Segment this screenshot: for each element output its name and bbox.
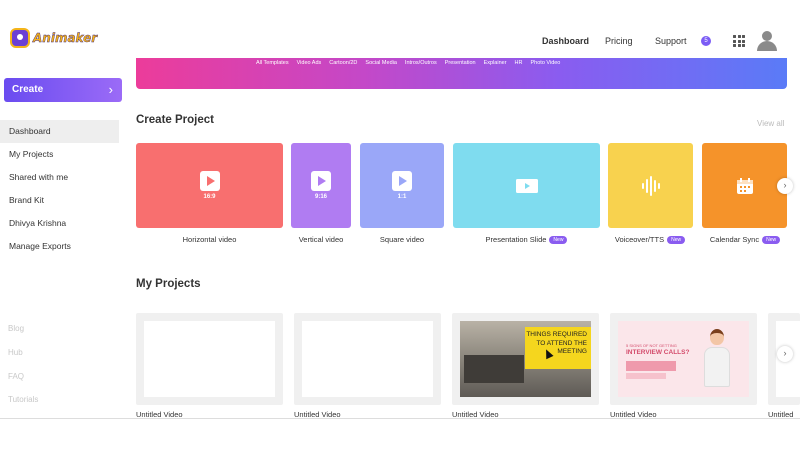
template-card-calendar[interactable] <box>702 143 787 228</box>
thumbnail-text: THINGS REQUIRED TO ATTEND THE MEETING <box>525 327 591 369</box>
divider <box>0 418 800 419</box>
sidebar-item-manage-exports[interactable]: Manage Exports <box>0 235 119 258</box>
user-avatar-icon[interactable] <box>756 30 778 52</box>
view-all-link[interactable]: View all <box>757 119 784 128</box>
footer-link-tutorials[interactable]: Tutorials <box>8 395 38 404</box>
banner-tab-all-templates[interactable]: All Templates <box>254 59 291 67</box>
chevron-right-icon: › <box>108 82 113 97</box>
footer-link-hub[interactable]: Hub <box>8 348 23 357</box>
project-card[interactable]: 5 SIGNS OF NOT GETTING INTERVIEW CALLS? <box>610 313 757 405</box>
sidebar-item-shared-with-me[interactable]: Shared with me <box>0 166 119 189</box>
banner-tab-video-ads[interactable]: Video Ads <box>295 59 324 67</box>
sidebar-item-user[interactable]: Dhivya Krishna <box>0 212 119 235</box>
footer-link-blog[interactable]: Blog <box>8 324 24 333</box>
calendar-icon <box>736 177 753 194</box>
banner-tab-presentation[interactable]: Presentation <box>443 59 478 67</box>
animaker-logo[interactable]: Animaker <box>10 28 97 48</box>
project-card[interactable] <box>136 313 283 405</box>
create-project-title: Create Project <box>136 114 214 126</box>
create-button-label: Create <box>12 84 44 95</box>
logo-mark-icon <box>10 28 30 48</box>
sidebar: Create › Dashboard My Projects Shared wi… <box>0 58 128 450</box>
ratio-label: 9:16 <box>314 194 327 200</box>
nav-dashboard[interactable]: Dashboard <box>542 36 589 46</box>
nav-pricing[interactable]: Pricing <box>605 36 633 46</box>
notification-badge[interactable]: 5 <box>701 36 711 46</box>
template-card-horizontal[interactable]: 16:9 <box>136 143 283 228</box>
project-card[interactable]: THINGS REQUIRED TO ATTEND THE MEETING <box>452 313 599 405</box>
template-label-voiceover: Voiceover/TTS New <box>600 235 700 245</box>
new-badge: New <box>667 236 686 245</box>
template-banner: All Templates Video Ads Cartoon/2D Socia… <box>136 58 787 89</box>
thumbnail-subtext: 5 SIGNS OF NOT GETTING <box>626 343 677 348</box>
carousel-next-arrow-icon[interactable]: › <box>777 178 793 194</box>
banner-category-tabs: All Templates Video Ads Cartoon/2D Socia… <box>254 59 562 67</box>
sidebar-item-brand-kit[interactable]: Brand Kit <box>0 189 119 212</box>
new-badge: New <box>762 236 781 245</box>
template-card-presentation[interactable] <box>453 143 600 228</box>
template-label-calendar: Calendar Sync New <box>700 235 790 245</box>
waveform-icon <box>641 175 660 196</box>
template-card-square[interactable]: 1:1 <box>360 143 444 228</box>
play-icon <box>392 171 412 191</box>
play-icon <box>199 171 220 191</box>
banner-tab-intros-outros[interactable]: Intros/Outros <box>403 59 439 67</box>
slide-icon <box>515 178 538 193</box>
play-icon <box>311 171 331 191</box>
template-label-square: Square video <box>379 235 425 244</box>
create-button[interactable]: Create › <box>4 78 122 102</box>
sidebar-item-dashboard[interactable]: Dashboard <box>0 120 119 143</box>
logo-text: Animaker <box>33 31 98 45</box>
top-bar: Animaker Dashboard Pricing Support 5 <box>0 0 800 58</box>
my-projects-title: My Projects <box>136 278 201 290</box>
banner-tab-hr[interactable]: HR <box>513 59 525 67</box>
template-label-horizontal: Horizontal video <box>182 235 237 244</box>
thumbnail-headline: INTERVIEW CALLS? <box>626 349 690 356</box>
template-label-vertical: Vertical video <box>298 235 344 244</box>
banner-tab-explainer[interactable]: Explainer <box>482 59 509 67</box>
apps-grid-icon[interactable] <box>733 35 745 47</box>
nav-support[interactable]: Support <box>655 36 687 46</box>
new-badge: New <box>549 236 568 245</box>
ratio-label: 16:9 <box>203 194 216 200</box>
carousel-next-arrow-icon[interactable]: › <box>777 346 793 362</box>
template-label-presentation: Presentation Slide New <box>453 235 600 245</box>
sidebar-item-my-projects[interactable]: My Projects <box>0 143 119 166</box>
template-card-vertical[interactable]: 9:16 <box>291 143 351 228</box>
project-thumbnail: 5 SIGNS OF NOT GETTING INTERVIEW CALLS? <box>618 321 749 397</box>
ratio-label: 1:1 <box>397 194 407 200</box>
template-card-voiceover[interactable] <box>608 143 693 228</box>
banner-tab-photo-video[interactable]: Photo Video <box>529 59 563 67</box>
project-card[interactable] <box>294 313 441 405</box>
banner-tab-social-media[interactable]: Social Media <box>363 59 399 67</box>
footer-link-faq[interactable]: FAQ <box>8 372 24 381</box>
banner-tab-cartoon[interactable]: Cartoon/2D <box>327 59 359 67</box>
project-thumbnail: THINGS REQUIRED TO ATTEND THE MEETING <box>460 321 591 397</box>
